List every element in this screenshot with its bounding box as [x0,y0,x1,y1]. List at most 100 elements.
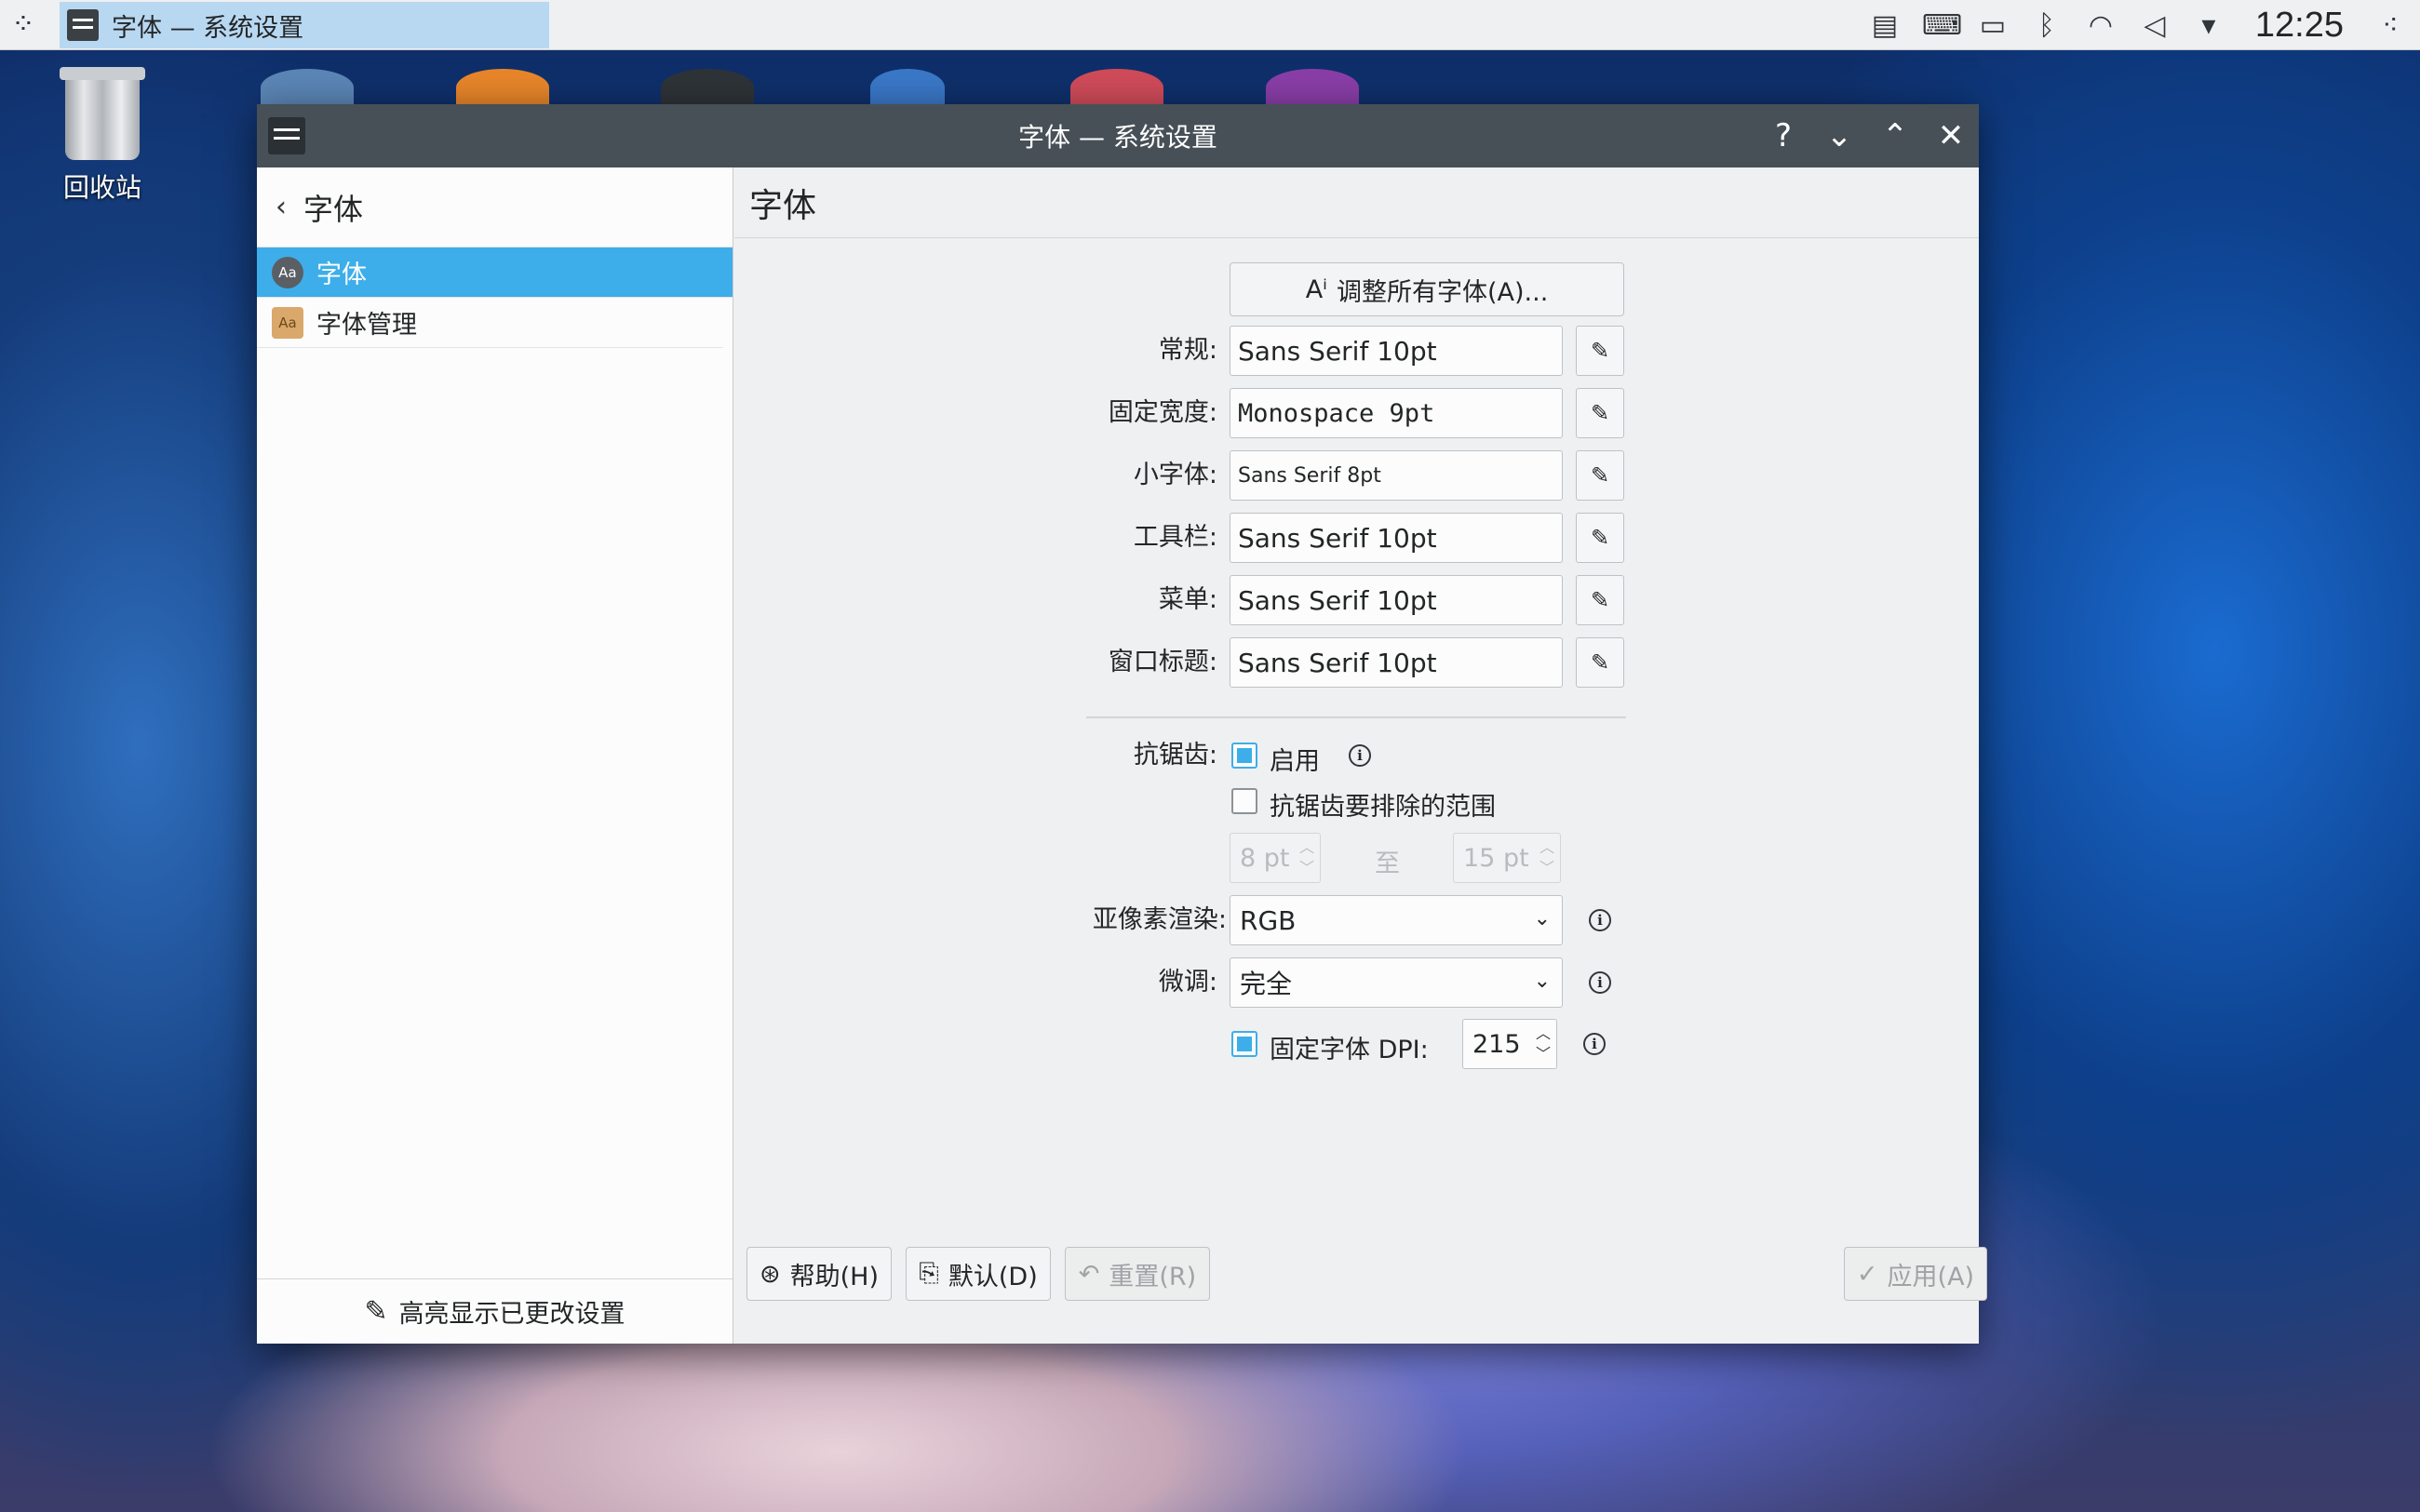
sidebar-item-font-manager[interactable]: Aa 字体管理 [257,298,723,348]
choose-toolbar-font-button[interactable]: ✎ [1576,513,1624,563]
keyboard-icon[interactable]: ⌨ [1922,9,1962,42]
pencil-icon: ✎ [1590,649,1610,676]
sidebar: ‹ 字体 Aa 字体 Aa 字体管理 ✎ 高亮显示已更改设置 [257,167,733,1344]
lifebuoy-icon: ⊛ [760,1259,781,1289]
range-to-label: 至 [1375,850,1400,878]
pencil-icon: ✎ [1590,400,1610,426]
minimize-icon[interactable]: ⌄ [1821,117,1858,154]
pencil-icon: ✎ [1590,462,1610,488]
fixed-width-font-value: Monospace 9pt [1238,398,1435,428]
subpixel-label: 亚像素渲染: [1092,905,1227,934]
highlight-changed-settings-button[interactable]: ✎ 高亮显示已更改设置 [257,1278,733,1344]
force-dpi-label: 固定字体 DPI: [1270,1036,1429,1064]
chevron-down-icon: ⌄ [1533,907,1551,930]
choose-window-title-font-button[interactable]: ✎ [1576,637,1624,688]
kde-launcher-icon[interactable]: ⁘ [0,0,47,50]
exclude-to-value: 15 pt [1463,843,1529,873]
clock[interactable]: 12:25 [2255,6,2344,46]
chevron-left-icon: ‹ [276,191,287,223]
info-icon[interactable]: i [1583,1033,1606,1055]
exclude-from-value: 8 pt [1240,843,1290,873]
pencil-icon: ✎ [1590,525,1610,551]
undo-icon: ↶ [1078,1259,1100,1289]
font-manager-icon: Aa [272,306,303,339]
system-settings-window: 字体 — 系统设置 ? ⌄ ⌃ ✕ ‹ 字体 Aa 字体 Aa 字体管理 ✎ 高… [257,104,1987,1344]
antialias-enable-label: 启用 [1270,747,1320,776]
battery-icon[interactable]: ▭ [1976,9,2010,42]
dpi-spinbox[interactable]: 215 ︿ ﹀ [1462,1019,1557,1069]
exclude-from-spinbox: 8 pt ︿ ﹀ [1230,833,1321,883]
sidebar-item-label: 字体管理 [316,311,417,340]
info-icon[interactable]: i [1349,744,1371,767]
defaults-button-label: 默认(D) [948,1262,1038,1291]
dock-app-icon[interactable] [870,69,945,106]
taskbar-item-label: 字体 — 系统设置 [112,13,304,43]
bluetooth-icon[interactable]: ᛒ [2030,9,2064,42]
dock-app-icon[interactable] [1266,69,1359,106]
adjust-all-fonts-label: 调整所有字体(A)... [1337,277,1549,307]
taskbar-item-system-settings[interactable]: 字体 — 系统设置 [60,2,549,48]
help-button[interactable]: ⊛ 帮助(H) [746,1247,892,1301]
hinting-value: 完全 [1240,969,1293,999]
antialias-enable-checkbox[interactable] [1231,743,1257,769]
spin-arrows-icon: ︿ ﹀ [1539,838,1554,876]
choose-menu-font-button[interactable]: ✎ [1576,575,1624,625]
document-icon: ⎘ [919,1259,939,1288]
hinting-select[interactable]: 完全 ⌄ [1230,957,1563,1008]
sidebar-item-fonts[interactable]: Aa 字体 [257,248,733,298]
maximize-icon[interactable]: ⌃ [1876,117,1914,154]
general-font-label: 常规: [1158,336,1217,365]
toolbar-font-label: 工具栏: [1133,523,1217,552]
font-size-icon: Aⁱ [1305,274,1327,304]
main-content: 字体 Aⁱ 调整所有字体(A)... 常规: Sans Serif 10pt ✎… [734,167,1987,1344]
reset-button[interactable]: ↶ 重置(R) [1065,1247,1210,1301]
general-font-value: Sans Serif 10pt [1238,335,1437,367]
volume-muted-icon[interactable]: ◁ [2138,9,2171,42]
trash-icon [60,67,145,160]
info-icon[interactable]: i [1589,909,1611,931]
dock-app-icon[interactable] [1070,69,1163,106]
defaults-button[interactable]: ⎘ 默认(D) [906,1247,1051,1301]
subpixel-value: RGB [1240,904,1297,936]
desktop-trash[interactable]: 回收站 [47,67,158,205]
sidebar-back-button[interactable]: ‹ 字体 [257,167,733,248]
window-controls: ? ⌄ ⌃ ✕ [1765,104,1970,167]
window-titlebar[interactable]: 字体 — 系统设置 ? ⌄ ⌃ ✕ [257,104,1979,167]
subpixel-select[interactable]: RGB ⌄ [1230,895,1563,945]
close-icon[interactable]: ✕ [1932,117,1970,154]
menu-font-value: Sans Serif 10pt [1238,584,1437,616]
apply-button[interactable]: ✓ 应用(A) [1844,1247,1987,1301]
checkmark-icon: ✓ [1856,1259,1878,1289]
small-font-field: Sans Serif 8pt [1230,450,1563,501]
help-icon[interactable]: ? [1765,117,1802,154]
choose-fixed-width-font-button[interactable]: ✎ [1576,388,1624,438]
tray-expand-icon[interactable]: ▾ [2192,9,2225,42]
antialias-exclude-label: 抗锯齿要排除的范围 [1270,793,1496,822]
top-panel: ⁘ 字体 — 系统设置 ▤ ⌨ ▭ ᛒ ◠ ◁ ▾ 12:25 ⁖ [0,0,2420,50]
force-dpi-checkbox[interactable] [1231,1031,1257,1057]
sidebar-title: 字体 [303,191,364,227]
choose-general-font-button[interactable]: ✎ [1576,326,1624,376]
dpi-value: 215 [1472,1029,1521,1059]
adjust-all-fonts-button[interactable]: Aⁱ 调整所有字体(A)... [1230,262,1624,316]
hinting-label: 微调: [1158,968,1217,997]
choose-small-font-button[interactable]: ✎ [1576,450,1624,501]
window-title-font-label: 窗口标题: [1108,648,1217,676]
info-icon[interactable]: i [1589,971,1611,994]
pencil-icon: ✎ [1590,587,1610,613]
dock-app-icon[interactable] [661,69,754,106]
antialias-exclude-checkbox[interactable] [1231,788,1257,814]
fixed-width-font-label: 固定宽度: [1108,398,1217,427]
dock-app-icon[interactable] [261,69,354,106]
separator [1086,716,1626,718]
reset-button-label: 重置(R) [1109,1262,1197,1291]
clipboard-icon[interactable]: ▤ [1868,9,1902,42]
wifi-icon[interactable]: ◠ [2084,9,2118,42]
firefox-icon[interactable] [456,69,549,106]
system-settings-icon [67,9,99,41]
menu-font-label: 菜单: [1158,585,1217,614]
window-title-font-field: Sans Serif 10pt [1230,637,1563,688]
peek-desktop-icon[interactable]: ⁖ [2373,9,2407,42]
trash-label: 回收站 [62,172,141,203]
small-font-label: 小字体: [1133,461,1217,489]
